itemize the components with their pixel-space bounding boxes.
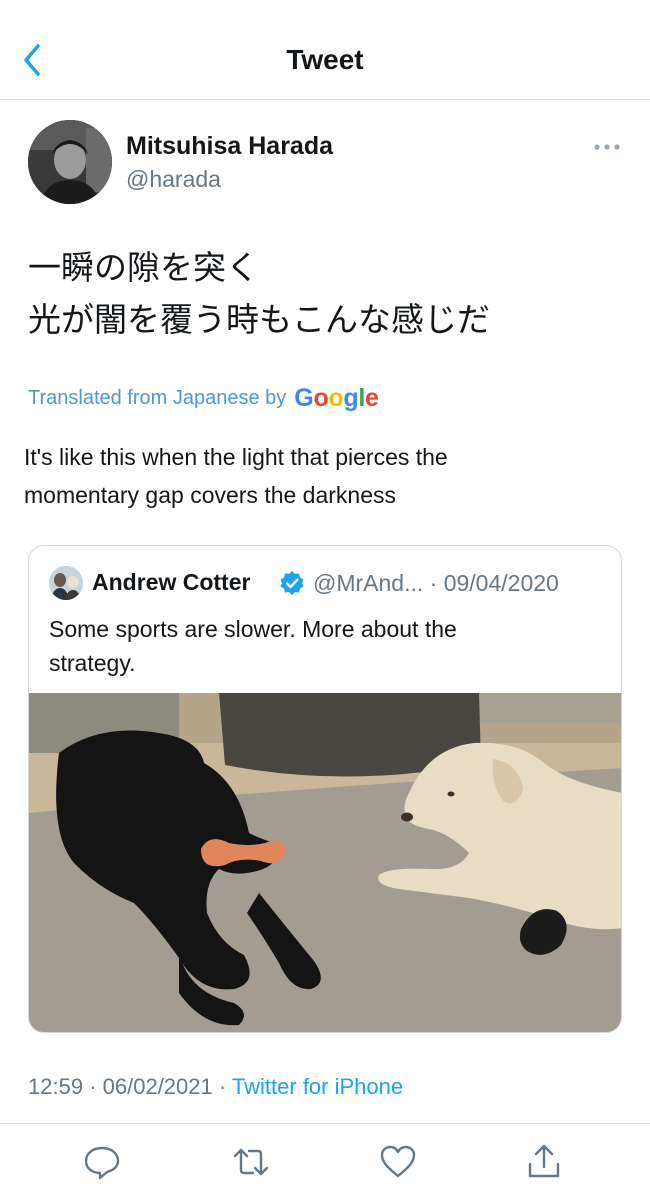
heart-icon[interactable]	[378, 1142, 418, 1182]
tweet-time: 12:59	[28, 1074, 84, 1099]
quoted-text-line: strategy.	[49, 650, 136, 676]
google-logo: Google	[294, 384, 379, 412]
translated-label-text: Translated from Japanese by	[28, 387, 287, 409]
quoted-author-handle: @MrAnd...	[313, 570, 424, 596]
quoted-date: · 09/04/2020	[429, 570, 559, 596]
tweet-text-line: 一瞬の隙を突く	[28, 248, 259, 287]
retweet-icon[interactable]	[231, 1142, 271, 1182]
tweet-action-bar	[0, 1123, 650, 1200]
reply-icon[interactable]	[82, 1142, 122, 1182]
meta-separator: ·	[218, 1074, 227, 1099]
verified-badge-icon	[280, 571, 304, 595]
page-title: Tweet	[286, 44, 364, 75]
top-nav-bar: Tweet	[0, 0, 650, 100]
translated-from-label[interactable]: Translated from Japanese by Google	[28, 384, 379, 413]
quoted-text-line: Some sports are slower. More about the	[49, 616, 457, 642]
quoted-tweet-card[interactable]: Andrew Cotter @MrAnd... · 09/04/2020 Som…	[28, 545, 622, 1033]
more-dots-icon[interactable]	[590, 138, 624, 156]
tweet-date: 06/02/2021	[102, 1074, 213, 1099]
share-icon[interactable]	[524, 1142, 564, 1182]
quoted-tweet-image[interactable]	[29, 693, 622, 1033]
tweet-text: 一瞬の隙を突く 光が闇を覆う時もこんな感じだ	[28, 242, 628, 346]
translation-text: It's like this when the light that pierc…	[24, 438, 624, 514]
translation-line: momentary gap covers the darkness	[24, 482, 397, 508]
quoted-meta: @MrAnd... · 09/04/2020	[313, 570, 559, 597]
author-name[interactable]: Mitsuhisa Harada	[126, 132, 333, 161]
author-avatar[interactable]	[28, 120, 112, 204]
quoted-tweet-text: Some sports are slower. More about the s…	[49, 612, 589, 680]
author-handle[interactable]: @harada	[126, 166, 221, 193]
tweet-source-link[interactable]: Twitter for iPhone	[232, 1074, 403, 1099]
meta-separator: ·	[89, 1074, 97, 1099]
quoted-author-avatar	[49, 566, 83, 600]
translation-line: It's like this when the light that pierc…	[24, 444, 448, 470]
tweet-text-line: 光が闇を覆う時もこんな感じだ	[28, 300, 490, 339]
quoted-author-name: Andrew Cotter	[92, 569, 251, 595]
tweet-timestamp: 12:59 · 06/02/2021 · Twitter for iPhone	[28, 1074, 403, 1100]
